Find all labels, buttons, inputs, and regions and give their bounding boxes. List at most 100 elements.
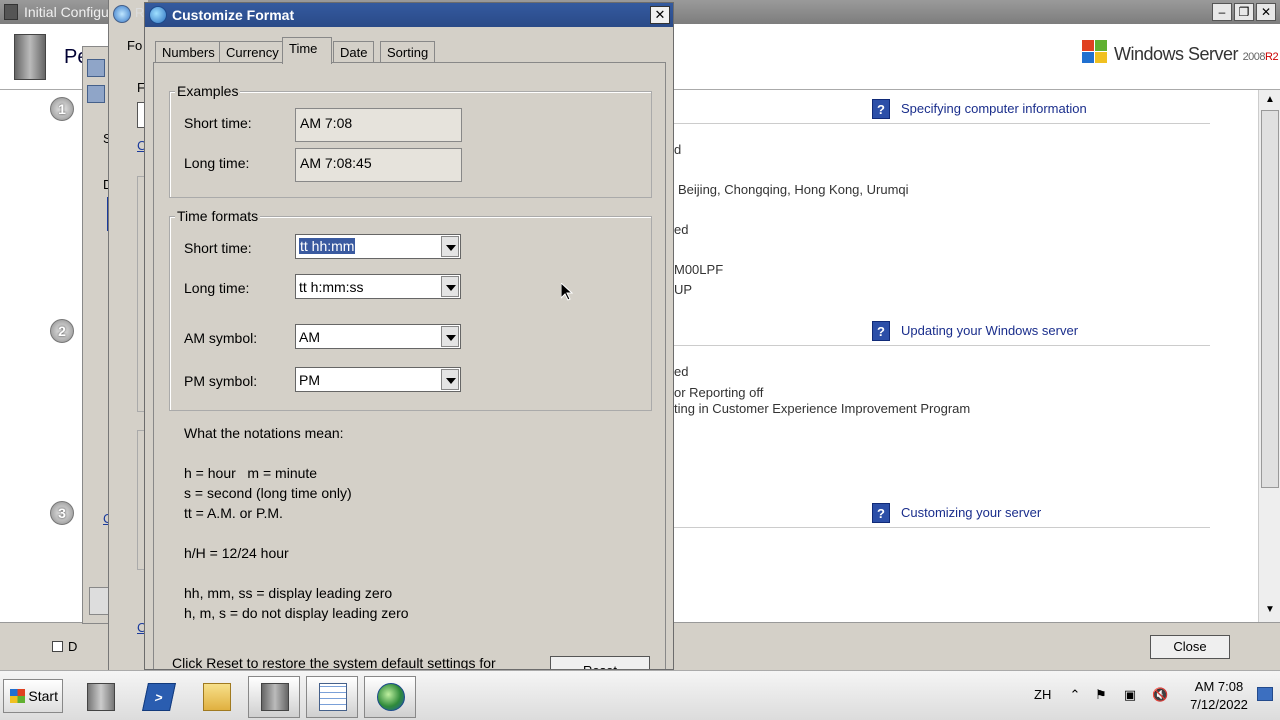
long-time-format-label: Long time: <box>184 280 250 296</box>
step-number: 3 <box>50 501 74 525</box>
error-reporting-value: or Reporting off <box>674 385 764 400</box>
step-number: 1 <box>50 97 74 121</box>
pm-symbol-label: PM symbol: <box>184 373 258 389</box>
chevron-down-icon[interactable] <box>441 236 459 257</box>
dialog-title: Customize Format <box>172 7 295 23</box>
taskbar-date-time[interactable] <box>364 676 416 718</box>
section-link[interactable]: Updating your Windows server <box>901 323 1078 338</box>
minimize-button[interactable]: – <box>1212 3 1232 21</box>
ceip-value: ting in Customer Experience Improvement … <box>674 401 971 416</box>
section-link[interactable]: Customizing your server <box>901 505 1041 520</box>
scroll-up-icon[interactable]: ▲ <box>1261 92 1279 108</box>
long-time-combo[interactable]: tt h:mm:ss <box>295 274 461 299</box>
volume-muted-icon[interactable]: 🔇 <box>1152 687 1168 703</box>
calendar-clock-icon <box>319 683 347 711</box>
powershell-icon: > <box>142 683 176 711</box>
tab-sorting[interactable]: Sorting <box>380 41 436 63</box>
show-desktop-button[interactable] <box>1257 687 1273 701</box>
dont-show-checkbox[interactable]: D <box>52 639 77 654</box>
chevron-down-icon[interactable] <box>441 326 459 347</box>
am-symbol-input[interactable]: AM <box>299 329 320 345</box>
help-icon: ? <box>872 99 890 119</box>
folder-icon <box>203 683 231 711</box>
control-panel-icon <box>87 85 105 103</box>
short-time-combo[interactable]: tt hh:mm <box>295 234 461 259</box>
tab-numbers[interactable]: Numbers <box>155 41 222 63</box>
globe-icon <box>113 5 131 23</box>
language-indicator[interactable]: ZH <box>1034 687 1051 702</box>
start-button[interactable]: Start <box>3 679 63 713</box>
help-icon: ? <box>872 321 890 341</box>
short-time-example-label: Short time: <box>184 115 252 131</box>
divider <box>672 123 1210 124</box>
maximize-button[interactable]: ❐ <box>1234 3 1254 21</box>
long-time-example-label: Long time: <box>184 155 250 171</box>
long-time-example: AM 7:08:45 <box>295 148 462 182</box>
reset-instructions: Click Reset to restore the system defaul… <box>172 655 496 670</box>
tab-currency[interactable]: Currency <box>219 41 286 63</box>
taskbar-powershell[interactable]: > <box>132 676 184 718</box>
short-time-input[interactable]: tt hh:mm <box>299 238 356 254</box>
notation-line: h/H = 12/24 hour <box>184 545 289 561</box>
tab-date[interactable]: Date <box>333 41 375 63</box>
section-link[interactable]: Specifying computer information <box>901 101 1087 116</box>
window-close-button[interactable]: ✕ <box>1256 3 1276 21</box>
pm-symbol-combo[interactable]: PM <box>295 367 461 392</box>
short-time-format-label: Short time: <box>184 240 252 256</box>
action-center-flag-icon[interactable]: ⚑ <box>1093 687 1109 703</box>
network-icon[interactable]: ▣ <box>1122 687 1138 703</box>
taskbar-server-manager[interactable] <box>74 676 126 718</box>
logo-text: Windows Server 2008R2 <box>1114 44 1279 64</box>
server-icon <box>4 4 18 20</box>
customize-format-dialog: Customize Format ✕ Numbers Currency Time… <box>144 2 674 670</box>
examples-legend: Examples <box>175 83 241 99</box>
region-dialog: R Fo F C C <box>108 0 149 670</box>
system-clock[interactable]: AM 7:08 7/12/2022 <box>1184 678 1254 714</box>
fragment-text: R <box>135 5 145 20</box>
taskbar-initial-config[interactable] <box>248 676 300 718</box>
chevron-down-icon[interactable] <box>441 369 459 390</box>
help-icon: ? <box>872 503 890 523</box>
close-button[interactable]: Close <box>1150 635 1230 659</box>
network-value: ed <box>674 222 689 237</box>
taskbar: Start > ZH ⌃ ⚑ ▣ 🔇 AM 7:08 7/12/2022 <box>0 670 1280 720</box>
notation-heading: What the notations mean: <box>184 425 344 441</box>
checkbox-icon[interactable] <box>52 641 63 652</box>
status-text: ed <box>674 364 689 379</box>
clock-date: 7/12/2022 <box>1190 697 1248 712</box>
tab-fragment[interactable]: Fo <box>127 38 142 53</box>
computer-name-value: M00LPF <box>674 262 724 277</box>
notation-line: s = second (long time only) <box>184 485 352 501</box>
dialog-close-button[interactable]: ✕ <box>650 6 670 24</box>
windows-server-logo: Windows Server 2008R2 <box>1080 38 1280 68</box>
control-panel-icon <box>87 59 105 77</box>
status-text: d <box>674 142 682 157</box>
vertical-scrollbar[interactable]: ▲ ▼ <box>1258 90 1280 622</box>
taskbar-region-language[interactable] <box>306 676 358 718</box>
mouse-cursor-icon <box>561 283 573 301</box>
scroll-thumb[interactable] <box>1261 110 1279 488</box>
dialog-titlebar: Customize Format ✕ <box>145 3 673 27</box>
chevron-up-icon[interactable]: ⌃ <box>1067 687 1083 703</box>
server-tower-icon <box>14 34 46 80</box>
scroll-down-icon[interactable]: ▼ <box>1261 602 1279 618</box>
long-time-input[interactable]: tt h:mm:ss <box>299 279 364 295</box>
am-symbol-label: AM symbol: <box>184 330 258 346</box>
divider <box>672 345 1210 346</box>
globe-icon <box>377 683 405 711</box>
notation-line: h = hour m = minute <box>184 465 318 481</box>
start-label: Start <box>28 688 58 704</box>
chevron-down-icon[interactable] <box>441 276 459 297</box>
notation-line: tt = A.M. or P.M. <box>184 505 283 521</box>
checkbox-label: D <box>68 639 78 654</box>
pm-symbol-input[interactable]: PM <box>299 372 320 388</box>
server-manager-icon <box>87 683 115 711</box>
windows-flag-icon <box>1082 40 1108 64</box>
clock-time: AM 7:08 <box>1194 679 1244 694</box>
tab-time[interactable]: Time <box>282 37 332 64</box>
reset-button[interactable]: Reset <box>550 656 650 669</box>
am-symbol-combo[interactable]: AM <box>295 324 461 349</box>
short-time-example: AM 7:08 <box>295 108 462 142</box>
taskbar-explorer[interactable] <box>190 676 242 718</box>
divider <box>672 527 1210 528</box>
